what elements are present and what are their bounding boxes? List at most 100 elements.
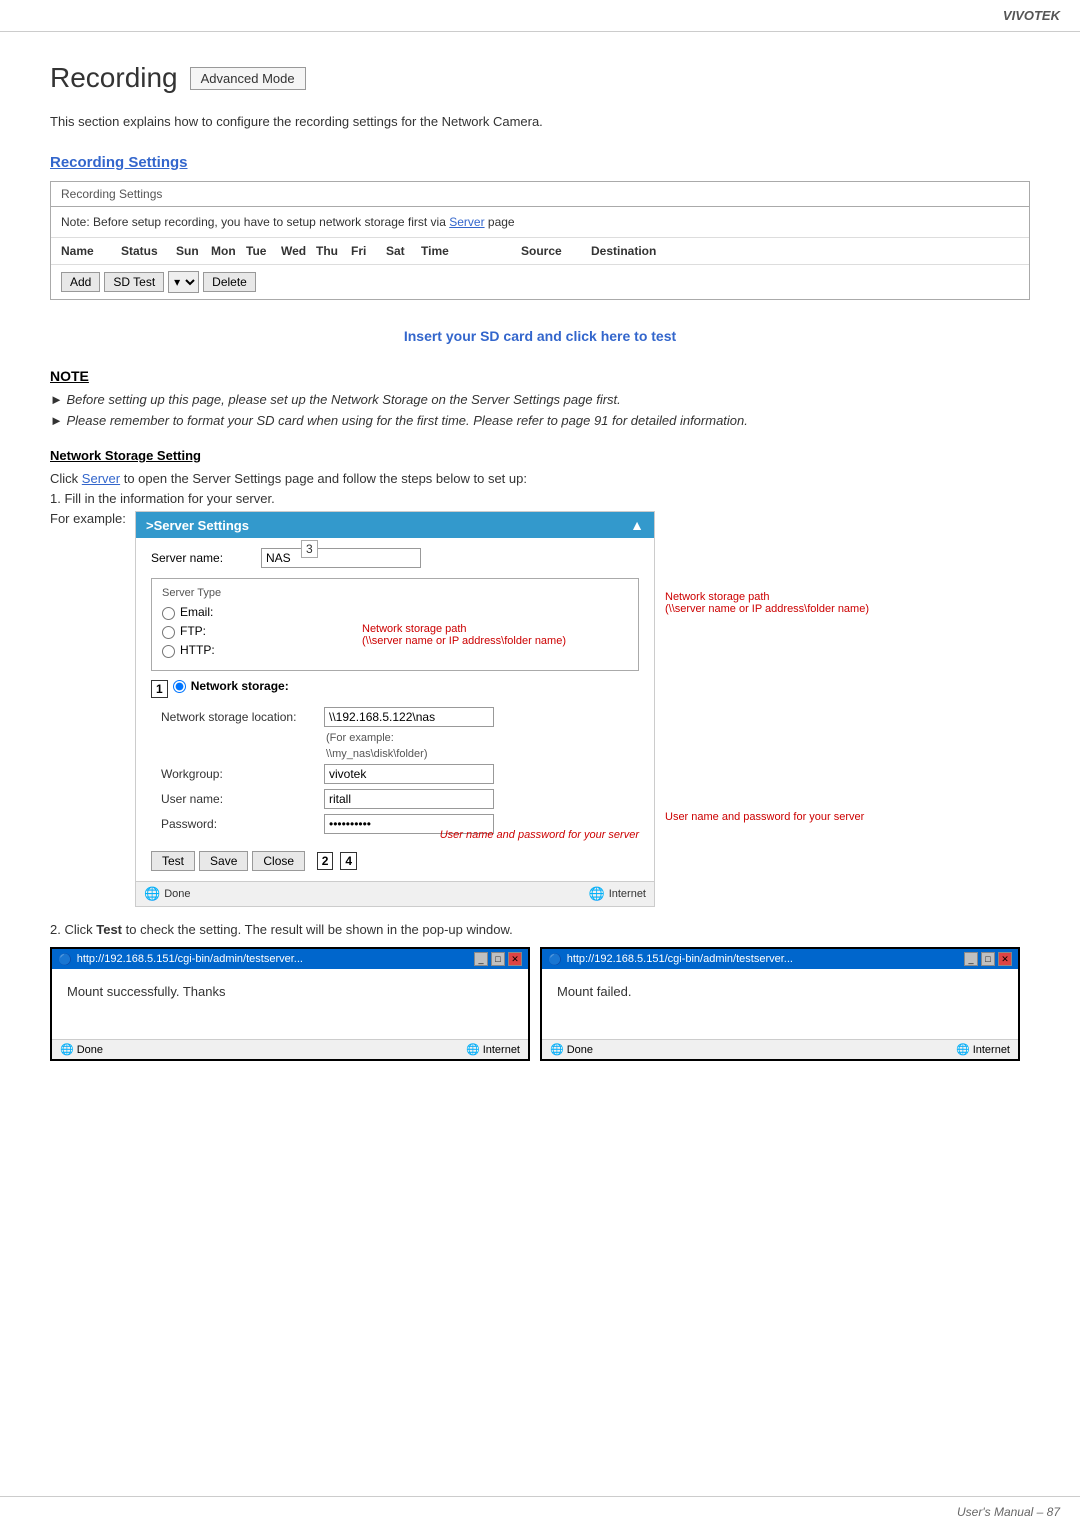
popup-success-minimize[interactable]: _ [474,952,488,966]
col-sun: Sun [176,244,211,258]
done-label: Done [164,888,190,900]
test-btn[interactable]: Test [151,851,195,871]
username-annotation-outside: User name and password for your server [665,811,885,823]
network-storage-label: Network storage: [191,679,289,693]
col-thu: Thu [316,244,351,258]
popup-success-maximize[interactable]: □ [491,952,505,966]
server-name-label: Server name: [151,551,241,565]
server-name-input[interactable] [261,548,421,568]
col-time: Time [421,244,521,258]
server-link-in-note[interactable]: Server [449,215,484,229]
rs-table-header: Name Status Sun Mon Tue Wed Thu Fri Sat … [51,238,1029,265]
server-link-storage[interactable]: Server [82,471,120,486]
note-item-2: Please remember to format your SD card w… [50,413,1030,428]
path-annotation-outside: Network storage path (\\server name or I… [665,591,885,615]
http-radio[interactable] [162,645,175,658]
delete-button[interactable]: Delete [203,272,256,292]
net-storage-desc-text: Click [50,471,78,486]
popup-fail-title-bar: 🔵 http://192.168.5.151/cgi-bin/admin/tes… [542,949,1018,969]
note-section: NOTE Before setting up this page, please… [50,368,1030,428]
close-btn[interactable]: Close [252,851,305,871]
workgroup-input[interactable] [324,764,494,784]
step2-pre: 2. Click [50,922,93,937]
network-storage-step1: 1. Fill in the information for your serv… [50,491,1030,506]
internet-label: Internet [609,888,646,900]
main-content: Recording Advanced Mode This section exp… [0,32,1080,1101]
col-sat: Sat [386,244,421,258]
save-btn[interactable]: Save [199,851,248,871]
server-settings-panel: >Server Settings ▲ Server name: 3 [135,511,655,907]
popup-fail-close[interactable]: ✕ [998,952,1012,966]
server-name-row: Server name: 3 [151,548,639,568]
server-settings-title-bar: >Server Settings ▲ [136,512,654,538]
ftp-radio[interactable] [162,626,175,639]
path-annotation-line2: (\\server name or IP address\folder name… [362,635,566,647]
network-storage-main-row: 1 Network storage: [151,679,639,699]
badge-3: 3 [301,540,318,558]
badge-2: 2 [317,852,334,870]
storage-location-label: Network storage location: [161,710,316,724]
server-type-box: Server Type Email: FTP: HTTP: [151,578,639,671]
footer-text: User's Manual – 87 [957,1505,1060,1519]
username-label: User name: [161,792,316,806]
note-item-1: Before setting up this page, please set … [50,392,1030,407]
advanced-mode-button[interactable]: Advanced Mode [190,67,306,90]
popup-fail-footer: 🌐 Done 🌐 Internet [542,1039,1018,1059]
for-example-row: For example: >Server Settings ▲ Server n… [50,511,1030,907]
username-row: User name: [161,789,639,809]
panel-done: 🌐 Done [144,886,190,902]
page-title-area: Recording Advanced Mode [50,62,1030,94]
network-storage-title: Network Storage Setting [50,448,1030,463]
popup-success-icon: 🔵 [58,953,72,966]
popup-fail-minimize[interactable]: _ [964,952,978,966]
http-label: HTTP: [180,643,215,657]
rs-note-text: Note: Before setup recording, you have t… [61,215,446,229]
step2-text: 2. Click Test to check the setting. The … [50,922,1030,937]
storage-location-row: Network storage location: [161,707,639,727]
intro-text: This section explains how to configure t… [50,114,1030,129]
sd-test-select[interactable]: ▾ [168,271,199,293]
popup-fail-maximize[interactable]: □ [981,952,995,966]
server-settings-title: >Server Settings [146,518,249,533]
network-storage-radio[interactable] [173,680,186,693]
popup-success-close[interactable]: ✕ [508,952,522,966]
popup-success-text: Mount successfully. Thanks [67,984,225,999]
email-label: Email: [180,605,213,619]
server-buttons-row: Test Save Close 2 4 [151,851,639,871]
popup-success-title-bar: 🔵 http://192.168.5.151/cgi-bin/admin/tes… [52,949,528,969]
popup-success-icons: _ □ ✕ [474,952,522,966]
example-path-note: \\my_nas\disk\folder) [161,748,639,760]
server-type-title: Server Type [162,587,628,599]
col-destination: Destination [591,244,681,258]
email-radio[interactable] [162,607,175,620]
network-storage-section: Network storage location: (For example: … [151,707,639,834]
rs-title-bar: Recording Settings [51,182,1029,207]
storage-location-input[interactable] [324,707,494,727]
col-tue: Tue [246,244,281,258]
for-example-note: (For example: [161,732,639,744]
scroll-up-icon[interactable]: ▲ [630,517,644,533]
insert-sd-link[interactable]: Insert your SD card and click here to te… [404,328,676,344]
for-example-label: For example: [50,511,135,907]
col-fri: Fri [351,244,386,258]
sd-test-button[interactable]: SD Test [104,272,164,292]
net-storage-desc2: to open the Server Settings page and fol… [124,471,527,486]
brand-label: VIVOTEK [1003,8,1060,23]
popup-fail-text: Mount failed. [557,984,631,999]
col-name: Name [61,244,121,258]
path-annotation-line1: Network storage path [362,623,566,635]
step2-bold: Test [96,922,122,937]
http-radio-row: HTTP: Network storage path (\\server nam… [162,643,628,658]
server-settings-wrapper: >Server Settings ▲ Server name: 3 [135,511,655,907]
password-label: Password: [161,817,316,831]
add-button[interactable]: Add [61,272,100,292]
insert-sd-text[interactable]: Insert your SD card and click here to te… [50,320,1030,348]
top-bar: VIVOTEK [0,0,1080,32]
popup-success-internet: 🌐 Internet [466,1043,520,1056]
username-input[interactable] [324,789,494,809]
badge-4: 4 [340,852,357,870]
col-wed: Wed [281,244,316,258]
popup-fail-done-label: Done [567,1044,593,1056]
email-radio-row: Email: [162,605,628,620]
network-storage-desc: Click Server to open the Server Settings… [50,471,1030,486]
